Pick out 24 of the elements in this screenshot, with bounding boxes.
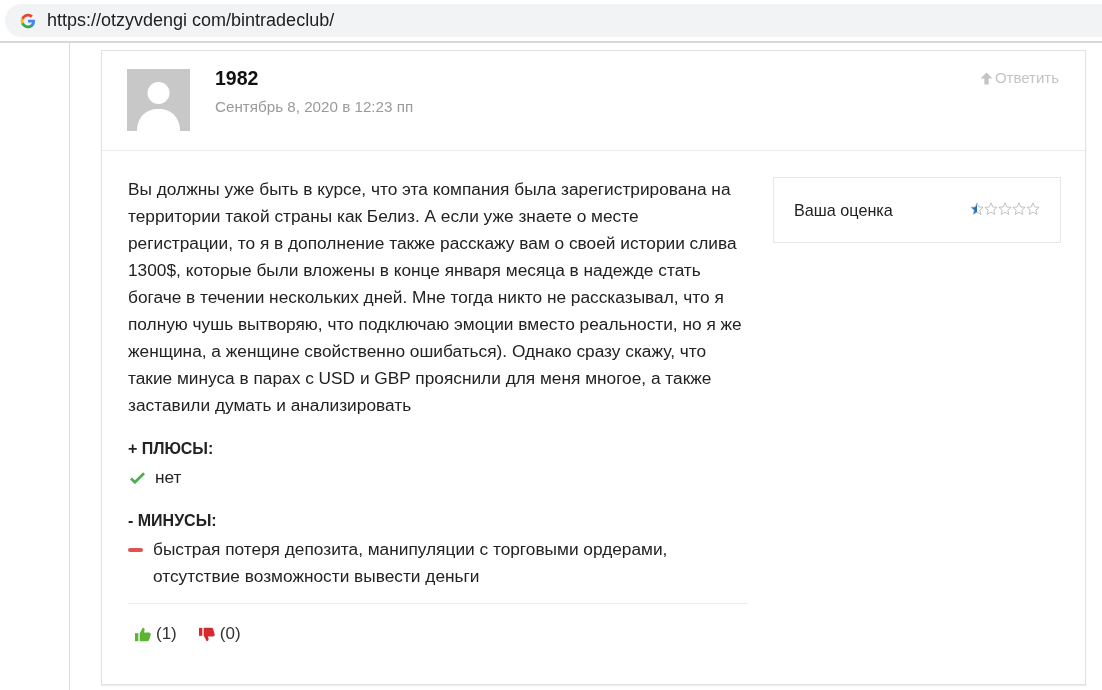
star-icon[interactable] bbox=[998, 202, 1012, 216]
arrow-up-icon bbox=[979, 71, 993, 85]
section-heading: + ПЛЮСЫ: bbox=[128, 439, 214, 459]
minus-icon bbox=[128, 548, 143, 552]
list-item-text: быстрая потеря депозита, манипуляции с торговыми ордерами, отсутствие возможности вывести деньги bbox=[153, 538, 669, 588]
thumbs-down-icon bbox=[198, 626, 215, 642]
address-bar[interactable]: https://otzyvdengi com/bintradeclub/ bbox=[5, 4, 1102, 37]
star-icon[interactable] bbox=[1026, 202, 1040, 216]
section-heading: - МИНУСЫ: bbox=[128, 511, 217, 531]
check-icon bbox=[130, 472, 145, 484]
list-item-text: нет bbox=[155, 466, 183, 489]
url-text: https://otzyvdengi com/bintradeclub/ bbox=[47, 10, 335, 31]
star-icon[interactable] bbox=[1012, 202, 1026, 216]
dislike-button[interactable]: (0) bbox=[198, 624, 241, 644]
g-logo-icon bbox=[20, 12, 36, 29]
author-name: 1982 bbox=[215, 67, 259, 89]
like-button[interactable]: (1) bbox=[135, 624, 177, 644]
avatar-placeholder bbox=[127, 69, 190, 131]
review-date: Сентябрь 8, 2020 в 12:23 пп bbox=[215, 98, 414, 116]
thumbs-up-icon bbox=[135, 626, 151, 642]
star-icon[interactable] bbox=[970, 202, 984, 216]
star-icon[interactable] bbox=[984, 202, 998, 216]
rating-label: Ваша оценка bbox=[794, 200, 893, 220]
review-text: Вы должны уже быть в курсе, что эта компания была зарегистрирована на территории такой страны как Белиз. А если уже знаете о месте регистрации, то я в дополнение также расскажу вам о своей истории слива 1300$, которые были вложены в конце января месяца в надежде стать богаче в течении нескольких дней. Мне тогда никто не рассказывал, что я полную чушь вытворяю, что подключаю эмоции вместо реальности, но я же женщина, а женщине свойственно ошибаться). Однако сразу скажу, что такие минуса в парах с USD и GBP прояснили для меня многое, а также заставили думать и анализировать bbox=[128, 178, 743, 417]
